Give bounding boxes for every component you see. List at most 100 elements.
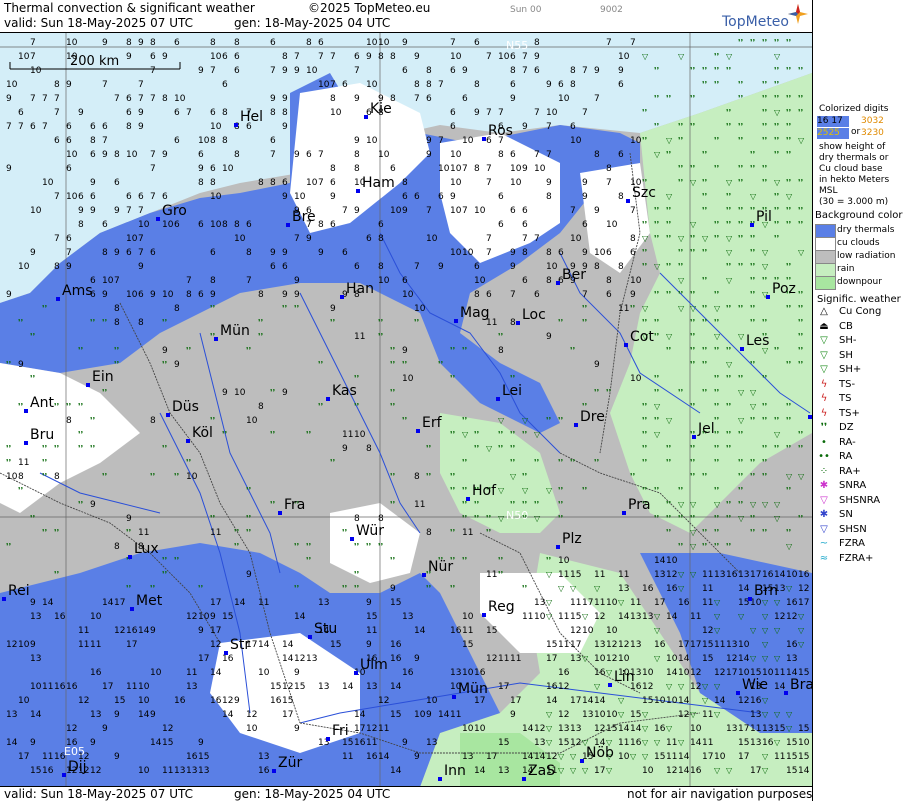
- grid-mark: 6: [354, 52, 360, 62]
- grid-mark: ❜❜: [162, 570, 167, 579]
- grid-mark: ❜❜: [162, 444, 167, 453]
- grid-mark: 8: [114, 318, 120, 328]
- grid-mark: ❜❜: [750, 206, 755, 215]
- grid-mark: ▽: [774, 178, 781, 187]
- grid-mark: ❜❜: [42, 444, 47, 453]
- grid-mark: 13: [558, 724, 569, 734]
- grid-mark: 7: [342, 206, 348, 216]
- grid-mark: 10: [582, 626, 594, 636]
- grid-mark: ▽: [558, 766, 565, 775]
- grid-mark: ❜❜: [762, 164, 767, 173]
- grid-mark: 9: [546, 178, 552, 188]
- grid-mark: 9: [630, 290, 636, 300]
- grid-mark: 8: [546, 248, 552, 258]
- grid-mark: 6: [246, 220, 252, 230]
- grid-mark: ❜❜: [102, 318, 107, 327]
- grid-mark: 12: [774, 612, 785, 622]
- grid-mark: 14: [102, 598, 114, 608]
- city-dot: [326, 737, 330, 741]
- grid-mark: 8: [354, 164, 360, 174]
- weather-symbol-label: SH: [839, 349, 853, 361]
- grid-mark: ❜❜: [570, 458, 575, 467]
- grid-mark: 6: [198, 150, 204, 160]
- city-dot: [224, 651, 228, 655]
- grid-mark: 7: [534, 108, 540, 118]
- grid-mark: 16: [54, 612, 66, 622]
- grid-mark: 9: [618, 66, 624, 76]
- grid-mark: 10: [138, 220, 150, 230]
- grid-mark: 16: [678, 598, 690, 608]
- weather-map[interactable]: N55 N50 E05 200 km 7 10 9 8 9 8 6 8 8 6 …: [0, 32, 812, 787]
- grid-mark: ❜❜: [702, 276, 707, 285]
- grid-mark: ❜❜: [702, 528, 707, 537]
- grid-mark: ❜❜: [690, 122, 695, 131]
- weather-symbol-icon: ✱: [819, 480, 829, 491]
- grid-mark: 15: [330, 640, 341, 650]
- grid-mark: 8: [414, 472, 420, 482]
- grid-mark: ❜❜: [690, 402, 695, 411]
- grid-mark: ❜❜: [642, 248, 647, 257]
- grid-mark: 8: [270, 108, 276, 118]
- weather-symbol-icon: ⏏: [819, 320, 829, 332]
- topmeteo-logo[interactable]: TopMeteo: [722, 4, 810, 30]
- grid-mark: 8: [330, 94, 336, 104]
- grid-mark: 10: [642, 766, 654, 776]
- grid-mark: 7: [186, 108, 192, 118]
- grid-mark: 10: [534, 164, 546, 174]
- grid-mark: 8: [78, 220, 84, 230]
- grid-mark: 10: [474, 724, 486, 734]
- grid-mark: ❜❜: [714, 416, 719, 425]
- grid-mark: 9: [270, 248, 276, 258]
- city-wür: Wür: [350, 523, 384, 541]
- grid-mark: 10: [246, 724, 258, 734]
- grid-mark: 6: [174, 38, 180, 48]
- grid-mark: 6: [198, 290, 204, 300]
- grid-mark: ❜❜: [330, 318, 335, 327]
- weather-symbol-icon: ▽: [820, 494, 828, 506]
- grid-mark: 7: [594, 94, 600, 104]
- grid-mark: ❜❜: [666, 206, 671, 215]
- grid-mark: ❜❜: [642, 402, 647, 411]
- grid-mark: ▽: [726, 360, 733, 369]
- grid-mark: ❜❜: [522, 584, 527, 593]
- city-label: Fra: [284, 497, 305, 513]
- grid-mark: 8: [594, 150, 600, 160]
- legend-explanation-line: in hekto Meters: [819, 175, 890, 185]
- grid-mark: 9: [582, 248, 588, 258]
- grid-mark: 6: [558, 80, 564, 90]
- grid-mark: 9: [282, 122, 288, 132]
- grid-mark: 17: [498, 682, 509, 692]
- grid-mark: 13: [534, 598, 545, 608]
- weather-symbol-label: FZRA+: [839, 552, 874, 564]
- grid-mark: ▽: [690, 570, 697, 579]
- grid-mark: 11: [594, 598, 605, 608]
- legend-explanation-line: (30 = 3.000 m): [819, 197, 889, 207]
- ghost-code: 9002: [600, 5, 623, 15]
- grid-mark: ❜❜: [462, 458, 467, 467]
- grid-mark: 11: [90, 640, 101, 650]
- grid-mark: 17: [546, 654, 557, 664]
- grid-mark: 9: [162, 346, 168, 356]
- grid-mark: 8: [258, 178, 264, 188]
- city-dot: [24, 409, 28, 413]
- grid-mark: ❜❜: [558, 416, 563, 425]
- grid-mark: 13: [306, 654, 317, 664]
- grid-mark: ❜❜: [558, 458, 563, 467]
- grid-mark: ▽: [678, 500, 685, 509]
- grid-mark: ❜❜: [798, 346, 803, 355]
- weather-symbol-icon: ⁘: [819, 465, 829, 477]
- grid-mark: 8: [618, 262, 624, 272]
- city-label: Lin: [614, 669, 635, 685]
- grid-mark: ❜❜: [786, 122, 791, 131]
- grid-mark: 17: [582, 598, 593, 608]
- grid-mark: 7: [498, 108, 504, 118]
- grid-mark: 12: [186, 612, 197, 622]
- footer-disclaimer: not for air navigation purposes: [627, 787, 813, 801]
- city-label: Nöb: [586, 745, 614, 761]
- grid-mark: 10: [654, 696, 666, 706]
- weather-symbol-label: SHSN: [839, 523, 867, 535]
- grid-mark: ❜❜: [54, 402, 59, 411]
- grid-mark: 11: [486, 570, 497, 580]
- grid-mark: 12: [378, 696, 389, 706]
- city-dot: [340, 295, 344, 299]
